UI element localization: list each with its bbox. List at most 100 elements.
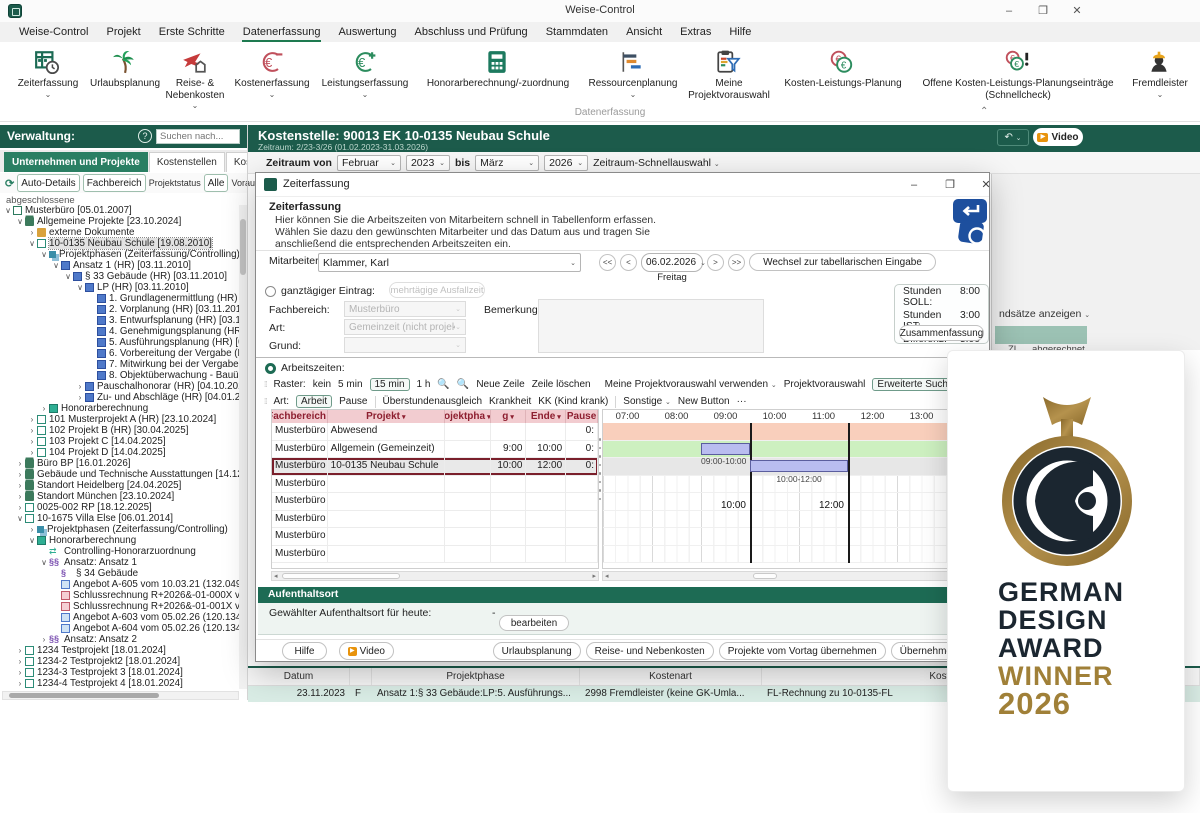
mitarbeiter-select[interactable]: Klammer, Karl⌄ (318, 253, 581, 272)
tree-expander-icon[interactable]: › (27, 525, 37, 534)
tree-item[interactable]: ∨§ 33 Gebäude (HR) [03.11.2010] (0, 271, 239, 282)
grid-row[interactable]: Musterbüro (272, 546, 598, 564)
grid-cell[interactable] (445, 493, 491, 510)
tree-item[interactable]: 6. Vorbereitung der Vergabe (HF (0, 348, 239, 359)
tree-expander-icon[interactable]: ∨ (39, 250, 49, 259)
dialog-video-button[interactable]: ▶ Video (339, 642, 394, 660)
tree-expander-icon[interactable]: › (15, 503, 25, 512)
art-option-pause[interactable]: Pause (339, 396, 367, 407)
hilfe-button[interactable]: Hilfe (282, 642, 327, 660)
grid-cell[interactable] (445, 528, 491, 545)
grid-cell[interactable] (566, 546, 598, 563)
grid-cell[interactable]: 9:00 (491, 441, 527, 458)
tree-item[interactable]: ⇄Controlling-Honorarzuordnung (0, 546, 239, 557)
tree-item[interactable]: ∨Allgemeine Projekte [23.10.2024] (0, 216, 239, 227)
grid-column-header-Ende[interactable]: Ende▾ (526, 410, 566, 423)
grid-row[interactable]: Musterbüro10-0135 Neubau Schule10:0012:0… (272, 458, 598, 476)
tree-item[interactable]: Schlussrechnung R+2026&-01-000X vom 30 (0, 590, 239, 601)
grid-cell[interactable]: Musterbüro (272, 476, 328, 493)
tree-item[interactable]: ›Honorarberechnung (0, 403, 239, 414)
tree-item[interactable]: Angebot A-604 vom 05.02.26 (120.134,45 €… (0, 623, 239, 634)
fullday-radio[interactable] (265, 286, 276, 297)
grid-cell[interactable]: Abwesend (328, 423, 445, 440)
dialog-minimize-button[interactable]: – (899, 173, 929, 197)
tree-item[interactable]: ›Standort Heidelberg [24.04.2025] (0, 480, 239, 491)
tree-expander-icon[interactable]: ∨ (27, 536, 37, 545)
quick-period-dropdown[interactable]: Zeitraum-Schnellauswahl ⌄ (593, 157, 720, 169)
year-to-select[interactable]: 2026⌄ (544, 155, 588, 171)
tree-item[interactable]: Angebot A-605 vom 10.03.21 (132.049,73 €… (0, 579, 239, 590)
tree-expander-icon[interactable]: › (15, 668, 25, 677)
grid-column-header-g[interactable]: g▾ (491, 410, 527, 423)
tree-expander-icon[interactable]: ∨ (39, 558, 49, 567)
tree-item[interactable]: ›102 Projekt B (HR) [30.04.2025] (0, 425, 239, 436)
art-option--berstundenausgleich[interactable]: Überstundenausgleich (383, 396, 483, 407)
footer-button-reise-und-nebenkosten[interactable]: Reise- und Nebenkosten (586, 642, 714, 660)
tree-expander-icon[interactable]: ∨ (75, 283, 85, 292)
ribbon-collapse-icon[interactable]: ⌃ (980, 106, 988, 117)
bemerkung-textarea[interactable] (538, 299, 764, 353)
bearbeiten-button[interactable]: bearbeiten (499, 615, 569, 631)
grid-cell[interactable]: Allgemein (Gemeinzeit) (328, 441, 445, 458)
tree-item[interactable]: ›1234-3 Testprojekt 3 [18.01.2024] (0, 667, 239, 678)
tree-item[interactable]: ∨LP (HR) [03.11.2010] (0, 282, 239, 293)
close-button[interactable]: ✕ (1062, 0, 1092, 22)
grid-cell[interactable] (445, 423, 491, 440)
month-from-select[interactable]: Februar⌄ (337, 155, 401, 171)
grid-cell[interactable] (566, 511, 598, 528)
menu-item-stammdaten[interactable]: Stammdaten (537, 23, 617, 41)
grid-cell[interactable]: Musterbüro (272, 493, 328, 510)
tree-item[interactable]: ›§§Ansatz: Ansatz 2 (0, 634, 239, 645)
filter-auto-details[interactable]: Auto-Details (17, 174, 79, 192)
sonstige-dropdown[interactable]: Sonstige ⌄ (623, 396, 671, 407)
tree-expander-icon[interactable]: › (15, 646, 25, 655)
art-option-kk-kind-krank-[interactable]: KK (Kind krank) (538, 396, 608, 407)
video-button[interactable]: ▶ Video (1033, 128, 1083, 146)
raster-option-kein[interactable]: kein (313, 379, 331, 390)
grid-cell[interactable] (491, 528, 527, 545)
tree-item[interactable]: ›Zu- und Abschläge (HR) [04.01.2014] (0, 392, 239, 403)
zoom-in-icon[interactable]: 🔍 (457, 379, 469, 390)
menu-item-weise-control[interactable]: Weise-Control (10, 23, 98, 41)
time-entry-bar[interactable] (701, 443, 750, 455)
date-prev-button[interactable]: < (620, 254, 637, 271)
tree-item[interactable]: 2. Vorplanung (HR) [03.11.2010] (0, 304, 239, 315)
timeline-row[interactable] (603, 441, 986, 459)
tree-expander-icon[interactable]: › (27, 437, 37, 446)
tree-item[interactable]: 5. Ausführungsplanung (HR) [03 (0, 337, 239, 348)
multiday-absence-button[interactable]: mehrtägige Ausfallzeit (389, 282, 485, 298)
grid-cell[interactable]: Musterbüro (272, 528, 328, 545)
grid-cell[interactable] (328, 476, 445, 493)
ribbon-item-urlaub[interactable]: Urlaubsplanung (88, 46, 162, 121)
tree-item[interactable]: ›Pauschalhonorar (HR) [04.10.2012] (0, 381, 239, 392)
grid-cell[interactable]: 12:00 (526, 458, 566, 475)
tree-item[interactable]: ›1234-2 Testprojekt2 [18.01.2024] (0, 656, 239, 667)
raster-option-5-min[interactable]: 5 min (338, 379, 362, 390)
tree-expander-icon[interactable]: › (15, 470, 25, 479)
grid-cell[interactable]: Musterbüro (272, 441, 328, 458)
grid-column-header-ojektpha[interactable]: ojektpha▾ (445, 410, 491, 423)
date-next-button[interactable]: > (707, 254, 724, 271)
grid-cell[interactable] (491, 423, 527, 440)
grid-row[interactable]: MusterbüroAbwesend 0: (272, 423, 598, 441)
grid-cell[interactable] (491, 493, 527, 510)
grid-cell[interactable] (491, 476, 527, 493)
new-button[interactable]: New Button (678, 396, 730, 407)
tree-expander-icon[interactable]: ∨ (63, 272, 73, 281)
tree-expander-icon[interactable]: › (15, 679, 25, 688)
undo-button[interactable]: ↶ ⌄ (997, 129, 1029, 146)
grid-cell[interactable] (526, 546, 566, 563)
tree-item[interactable]: ›Büro BP [16.01.2026] (0, 458, 239, 469)
tree-expander-icon[interactable]: › (75, 382, 85, 391)
menu-item-ansicht[interactable]: Ansicht (617, 23, 671, 41)
grid-cell[interactable]: 10:00 (526, 441, 566, 458)
grid-cell[interactable]: Musterbüro (272, 423, 328, 440)
grid-cell[interactable]: 10-0135 Neubau Schule (328, 458, 445, 475)
tree-item[interactable]: ›Standort München [23.10.2024] (0, 491, 239, 502)
ribbon-item-kosten[interactable]: €Kostenerfassung⌄ (228, 46, 316, 121)
grid-cell[interactable] (328, 546, 445, 563)
tree-horizontal-scrollbar[interactable] (2, 691, 239, 700)
grid-row[interactable]: Musterbüro (272, 511, 598, 529)
grid-cell[interactable]: 0: (566, 423, 598, 440)
grid-cell[interactable] (526, 423, 566, 440)
